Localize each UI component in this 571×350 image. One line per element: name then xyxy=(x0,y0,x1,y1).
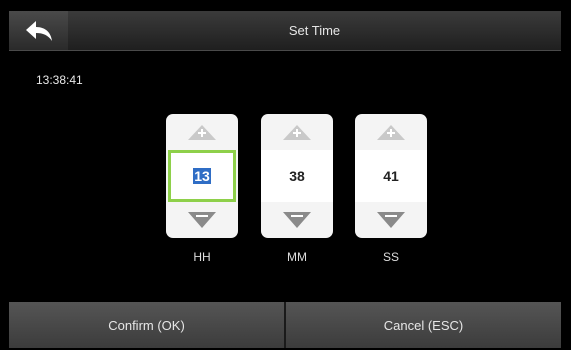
hour-label: HH xyxy=(193,250,211,264)
hour-value: 13 xyxy=(193,168,211,184)
header-bar: Set Time xyxy=(9,11,561,51)
second-increment-button[interactable] xyxy=(355,114,427,150)
hour-increment-button[interactable] xyxy=(166,114,238,150)
current-time-display: 13:38:41 xyxy=(36,73,83,87)
hour-spinner: 13 xyxy=(166,114,238,238)
hour-value-field[interactable]: 13 xyxy=(168,150,236,202)
plus-arrow-up-icon xyxy=(283,125,311,140)
plus-arrow-up-icon xyxy=(377,125,405,140)
cancel-button-label: Cancel (ESC) xyxy=(383,317,464,333)
minute-spinner: 38 xyxy=(261,114,333,238)
second-value-field[interactable]: 41 xyxy=(355,150,427,202)
back-button[interactable] xyxy=(9,11,68,50)
plus-arrow-up-icon xyxy=(188,125,216,140)
minute-increment-button[interactable] xyxy=(261,114,333,150)
minus-arrow-down-icon xyxy=(283,212,311,228)
set-time-screen: Set Time 13:38:41 13 HH 38 MM 41 SS Conf… xyxy=(0,0,571,350)
minute-value-field[interactable]: 38 xyxy=(261,150,333,202)
minute-value: 38 xyxy=(289,168,305,184)
cancel-button[interactable]: Cancel (ESC) xyxy=(286,302,561,348)
footer-bar: Confirm (OK) Cancel (ESC) xyxy=(9,302,561,348)
minus-arrow-down-icon xyxy=(377,212,405,228)
minute-label: MM xyxy=(287,250,307,264)
confirm-button-label: Confirm (OK) xyxy=(108,317,185,333)
hour-decrement-button[interactable] xyxy=(166,202,238,238)
second-spinner: 41 xyxy=(355,114,427,238)
minus-arrow-down-icon xyxy=(188,212,216,228)
second-value: 41 xyxy=(383,168,399,184)
second-label: SS xyxy=(382,250,399,264)
confirm-button[interactable]: Confirm (OK) xyxy=(9,302,284,348)
minute-decrement-button[interactable] xyxy=(261,202,333,238)
second-decrement-button[interactable] xyxy=(355,202,427,238)
back-arrow-icon xyxy=(25,20,52,41)
page-title: Set Time xyxy=(288,23,341,38)
